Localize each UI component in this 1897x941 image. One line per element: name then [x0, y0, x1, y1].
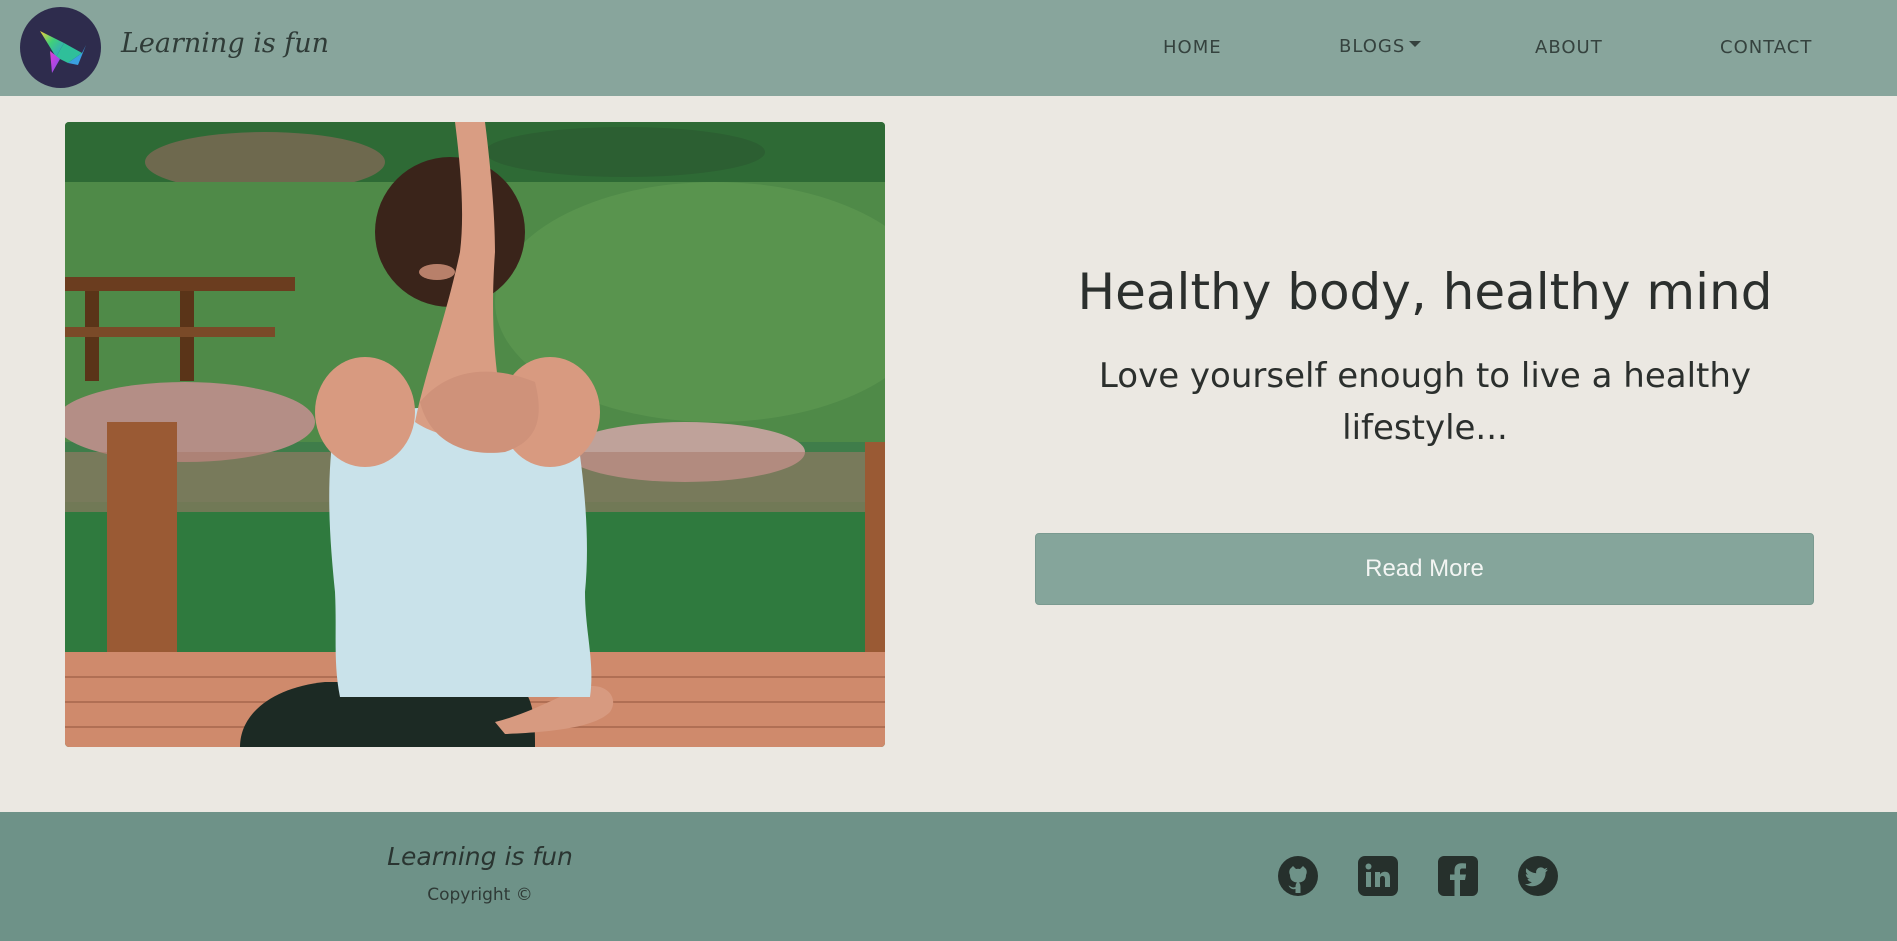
nav-contact-link[interactable]: CONTACT	[1720, 37, 1812, 58]
caret-down-icon	[1409, 41, 1422, 47]
facebook-icon[interactable]	[1437, 855, 1479, 897]
bird-logo-icon[interactable]	[20, 7, 101, 88]
footer: Learning is fun Copyright ©	[0, 812, 1897, 941]
read-more-button[interactable]: Read More	[1035, 533, 1814, 605]
github-icon[interactable]	[1277, 855, 1319, 897]
hero-title: Healthy body, healthy mind	[1077, 263, 1773, 321]
hero-image	[65, 122, 885, 747]
twitter-icon[interactable]	[1517, 855, 1559, 897]
site-brand[interactable]: Learning is fun	[121, 28, 329, 59]
footer-copyright: Copyright ©	[427, 885, 533, 905]
nav-about-link[interactable]: ABOUT	[1535, 37, 1603, 58]
footer-brand: Learning is fun	[387, 842, 573, 871]
linkedin-icon[interactable]	[1357, 855, 1399, 897]
nav-blogs-label: BLOGS	[1339, 36, 1406, 57]
nav-home-link[interactable]: HOME	[1163, 37, 1222, 58]
navbar: Learning is fun HOME BLOGS ABOUT CONTACT	[0, 0, 1897, 96]
hero-subtitle: Love yourself enough to live a healthy l…	[1098, 356, 1752, 448]
nav-blogs-dropdown[interactable]: BLOGS	[1339, 36, 1422, 57]
